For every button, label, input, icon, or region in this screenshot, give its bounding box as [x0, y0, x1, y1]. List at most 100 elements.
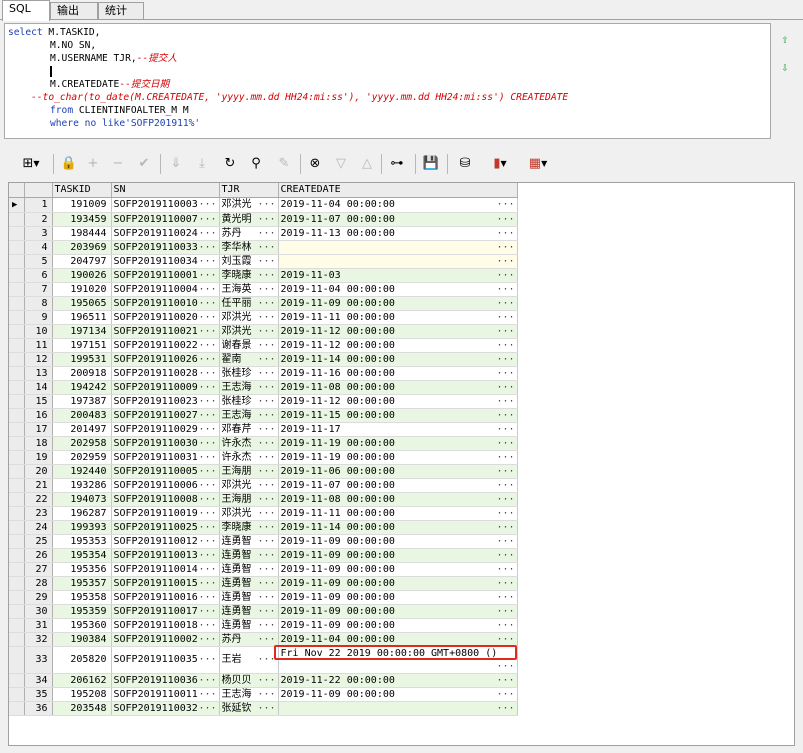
post-changes-button[interactable]: ✔: [134, 154, 154, 174]
cell-editor-button[interactable]: ···: [496, 674, 514, 687]
table-row[interactable]: 9 196511 SOFP2019110020 ··· 邓洪光 ··· 2019-11-11…: [9, 310, 518, 325]
cell-createdate[interactable]: 2019-11-11 00:00:00 ···: [278, 506, 518, 521]
cell-createdate[interactable]: 2019-11-07 00:00:00 ···: [278, 212, 518, 227]
row-indicator[interactable]: [9, 394, 25, 409]
grid-view-button[interactable]: ⊞▼: [12, 154, 50, 174]
cell-editor-button[interactable]: ···: [198, 674, 216, 687]
cell-createdate[interactable]: 2019-11-19 00:00:00 ···: [278, 436, 518, 451]
fetch-all-button[interactable]: ⤓: [192, 154, 212, 174]
table-row[interactable]: 30 195359 SOFP2019110017 ··· 连勇智 ··· 2019-11-0…: [9, 604, 518, 619]
table-row[interactable]: 10 197134 SOFP2019110021 ··· 邓洪光 ··· 2019-11-1…: [9, 324, 518, 339]
cell-editor-button[interactable]: ···: [198, 297, 216, 310]
column-header-tjr[interactable]: TJR: [219, 183, 279, 198]
cell-tjr[interactable]: 连勇智 ···: [219, 576, 279, 591]
table-row[interactable]: 31 195360 SOFP2019110018 ··· 连勇智 ··· 2019-11-0…: [9, 618, 518, 633]
cell-sn[interactable]: SOFP2019110026 ···: [111, 352, 220, 367]
cell-createdate[interactable]: 2019-11-09 00:00:00 ···: [278, 534, 518, 549]
table-row[interactable]: 4 203969 SOFP2019110033 ··· 李华林 ··· ···: [9, 240, 518, 255]
cell-editor-button[interactable]: ···: [257, 674, 275, 687]
cell-sn[interactable]: SOFP2019110023 ···: [111, 394, 220, 409]
cell-sn[interactable]: SOFP2019110011 ···: [111, 687, 220, 702]
cell-editor-button[interactable]: ···: [198, 521, 216, 534]
cell-taskid[interactable]: 190384: [52, 632, 112, 647]
row-indicator[interactable]: [9, 436, 25, 451]
cell-tjr[interactable]: 王岩 ···: [219, 646, 279, 674]
cell-createdate[interactable]: 2019-11-03 ···: [278, 268, 518, 283]
cell-tjr[interactable]: 李华林 ···: [219, 240, 279, 255]
cell-sn[interactable]: SOFP2019110009 ···: [111, 380, 220, 395]
cell-createdate[interactable]: 2019-11-14 00:00:00 ···: [278, 352, 518, 367]
cell-editor-button[interactable]: ···: [198, 619, 216, 632]
row-indicator[interactable]: [9, 576, 25, 591]
cell-editor-button[interactable]: ···: [496, 688, 514, 701]
table-row[interactable]: 22 194073 SOFP2019110008 ··· 王海朋 ··· 2019-11-0…: [9, 492, 518, 507]
row-indicator[interactable]: [9, 296, 25, 311]
table-row[interactable]: 29 195358 SOFP2019110016 ··· 连勇智 ··· 2019-11-0…: [9, 590, 518, 605]
row-indicator[interactable]: [9, 534, 25, 549]
cell-taskid[interactable]: 193459: [52, 212, 112, 227]
sql-editor[interactable]: select M.TASKID, M.NO SN, M.USERNAME TJR…: [4, 23, 771, 139]
cell-editor-button[interactable]: ···: [257, 437, 275, 450]
table-row[interactable]: 26 195354 SOFP2019110013 ··· 连勇智 ··· 2019-11-0…: [9, 548, 518, 563]
cell-editor-button[interactable]: ···: [496, 521, 514, 534]
cell-taskid[interactable]: 202959: [52, 450, 112, 465]
table-row[interactable]: 12 199531 SOFP2019110026 ··· 翟南 ··· 2019-11-14…: [9, 352, 518, 367]
cell-sn[interactable]: SOFP2019110028 ···: [111, 366, 220, 381]
cell-tjr[interactable]: 刘玉霞 ···: [219, 254, 279, 269]
cell-editor-button[interactable]: ···: [257, 367, 275, 380]
remove-row-button[interactable]: −: [108, 154, 128, 174]
cell-editor-button[interactable]: ···: [198, 577, 216, 590]
cell-taskid[interactable]: 196287: [52, 506, 112, 521]
cell-taskid[interactable]: 200918: [52, 366, 112, 381]
cell-createdate[interactable]: 2019-11-15 00:00:00 ···: [278, 408, 518, 423]
cell-taskid[interactable]: 196511: [52, 310, 112, 325]
column-header-createdate[interactable]: CREATEDATE: [278, 183, 518, 198]
cell-sn[interactable]: SOFP2019110030 ···: [111, 436, 220, 451]
table-row[interactable]: 34 206162 SOFP2019110036 ··· 杨贝贝 ··· 2019-11-2…: [9, 673, 518, 688]
cell-createdate[interactable]: Fri Nov 22 2019 00:00:00 GMT+0800 () ···: [278, 646, 518, 674]
table-row[interactable]: 25 195353 SOFP2019110012 ··· 连勇智 ··· 2019-11-0…: [9, 534, 518, 549]
cell-sn[interactable]: SOFP2019110004 ···: [111, 282, 220, 297]
cell-createdate[interactable]: 2019-11-04 00:00:00 ···: [278, 282, 518, 297]
cell-editor-button[interactable]: ···: [198, 535, 216, 548]
filter-button[interactable]: ▽: [331, 154, 351, 174]
cell-createdate[interactable]: 2019-11-09 00:00:00 ···: [278, 687, 518, 702]
cell-tjr[interactable]: 苏丹 ···: [219, 226, 279, 241]
row-indicator[interactable]: [9, 548, 25, 563]
cell-editor-button[interactable]: ···: [257, 339, 275, 352]
cell-tjr[interactable]: 邓春芹 ···: [219, 422, 279, 437]
cell-editor-button[interactable]: ···: [496, 255, 514, 268]
cell-editor-button[interactable]: ···: [496, 339, 514, 352]
arrow-down-icon[interactable]: ⇩: [776, 58, 794, 76]
cell-editor-button[interactable]: ···: [198, 311, 216, 324]
cell-editor-button[interactable]: ···: [257, 465, 275, 478]
cell-createdate[interactable]: 2019-11-04 00:00:00 ···: [278, 197, 518, 213]
cell-createdate[interactable]: 2019-11-06 00:00:00 ···: [278, 464, 518, 479]
table-row[interactable]: 14 194242 SOFP2019110009 ··· 王志海 ··· 2019-11-0…: [9, 380, 518, 395]
cell-editor-button[interactable]: ···: [257, 198, 275, 211]
cell-editor-button[interactable]: ···: [198, 437, 216, 450]
table-row[interactable]: 23 196287 SOFP2019110019 ··· 邓洪光 ··· 2019-11-1…: [9, 506, 518, 521]
cell-taskid[interactable]: 197387: [52, 394, 112, 409]
cell-editor-button[interactable]: ···: [198, 381, 216, 394]
cell-sn[interactable]: SOFP2019110029 ···: [111, 422, 220, 437]
table-row[interactable]: 16 200483 SOFP2019110027 ··· 王志海 ··· 2019-11-1…: [9, 408, 518, 423]
cell-tjr[interactable]: 黄光明 ···: [219, 212, 279, 227]
cell-editor-button[interactable]: ···: [257, 653, 275, 666]
cell-editor-button[interactable]: ···: [198, 409, 216, 422]
table-row[interactable]: 3 198444 SOFP2019110024 ··· 苏丹 ··· 2019-11-13 …: [9, 226, 518, 241]
cell-editor-button[interactable]: ···: [496, 591, 514, 604]
cell-editor-button[interactable]: ···: [198, 227, 216, 240]
tab-statistics[interactable]: 统计: [98, 2, 144, 20]
cell-editor-button[interactable]: ···: [257, 702, 275, 715]
cell-sn[interactable]: SOFP2019110005 ···: [111, 464, 220, 479]
cell-taskid[interactable]: 204797: [52, 254, 112, 269]
cell-createdate[interactable]: 2019-11-08 00:00:00 ···: [278, 380, 518, 395]
cell-sn[interactable]: SOFP2019110036 ···: [111, 673, 220, 688]
cell-taskid[interactable]: 190026: [52, 268, 112, 283]
cell-sn[interactable]: SOFP2019110013 ···: [111, 548, 220, 563]
cell-sn[interactable]: SOFP2019110021 ···: [111, 324, 220, 339]
cell-editor-button[interactable]: ···: [198, 353, 216, 366]
cell-tjr[interactable]: 王海朋 ···: [219, 464, 279, 479]
row-indicator[interactable]: [9, 618, 25, 633]
